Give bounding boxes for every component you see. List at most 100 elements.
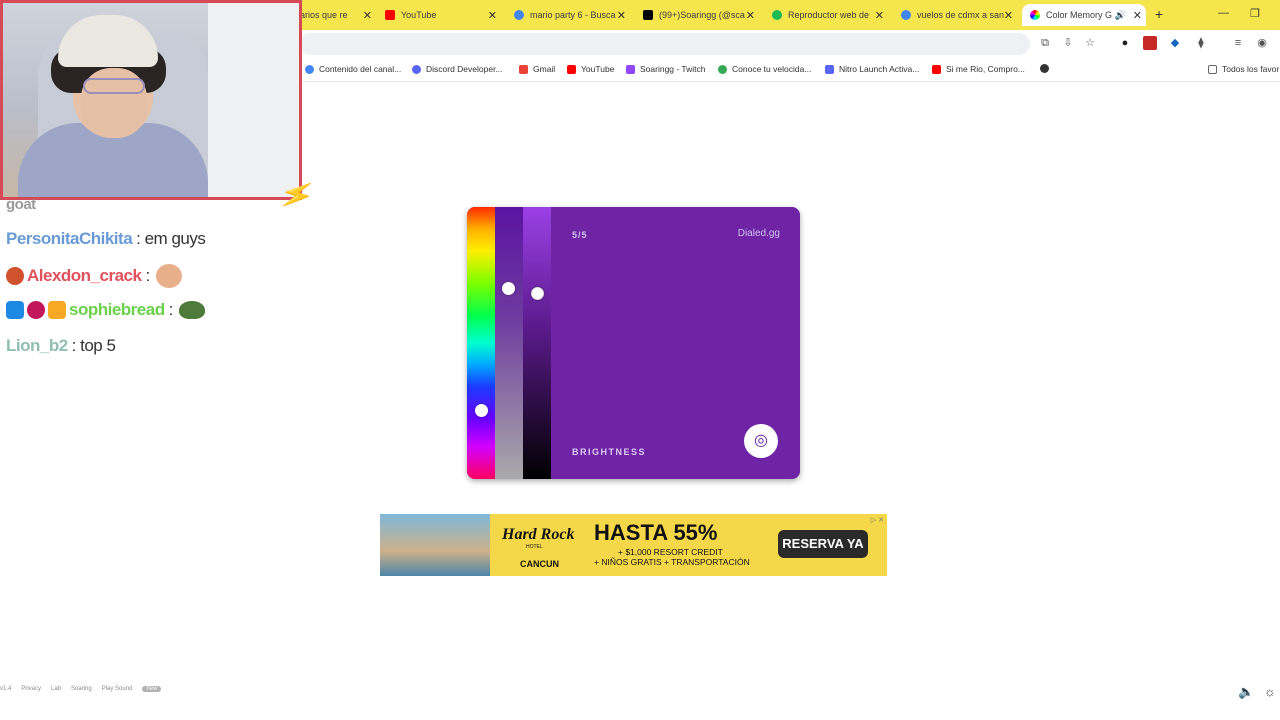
- install-icon[interactable]: ⇩: [1061, 36, 1075, 50]
- bookmark-item[interactable]: Discord Developer...: [412, 64, 503, 74]
- profile-icon[interactable]: ◉: [1255, 36, 1269, 50]
- footer-link[interactable]: Play Sound: [102, 686, 133, 692]
- all-bookmarks[interactable]: Todos los favor: [1208, 64, 1279, 74]
- theme-icon[interactable]: ☼: [1264, 684, 1276, 699]
- new-tab-button[interactable]: +: [1155, 6, 1163, 22]
- tab-mario-party[interactable]: mario party 6 - Busca ✕: [514, 4, 626, 26]
- translate-icon[interactable]: ⧉: [1038, 36, 1052, 50]
- spotify-icon: [772, 10, 782, 20]
- bookmark-label: Todos los favor: [1222, 64, 1280, 74]
- version-label: v1.4: [0, 686, 12, 692]
- youtube-icon: [567, 64, 576, 74]
- chat-user: PersonitaChikita: [6, 229, 133, 248]
- chat-message: PersonitaChikita : em guys: [6, 229, 206, 249]
- twitch-icon: [626, 64, 635, 74]
- youtube-icon: [932, 64, 941, 74]
- close-icon[interactable]: ✕: [746, 9, 755, 22]
- tab-label: Reproductor web de: [788, 10, 870, 20]
- globe-icon: [1040, 64, 1049, 73]
- color-wheel-icon: [1030, 10, 1040, 20]
- close-icon[interactable]: ✕: [488, 9, 497, 22]
- bookmark-item[interactable]: Gmail: [519, 64, 555, 74]
- tab-youtube[interactable]: YouTube ✕: [385, 4, 497, 26]
- speaker-icon[interactable]: 🔊: [1115, 10, 1126, 21]
- star-icon[interactable]: ☆: [1083, 36, 1097, 50]
- extension-pdf-icon[interactable]: [1143, 36, 1157, 50]
- discord-icon: [412, 64, 421, 74]
- close-icon[interactable]: ✕: [617, 9, 626, 22]
- bookmark-item[interactable]: [1040, 64, 1054, 73]
- color-game-card: 5/5 Dialed.gg BRIGHTNESS ◎: [467, 207, 800, 479]
- ad-subline: + $1,000 RESORT CREDIT: [618, 547, 723, 557]
- hue-slider[interactable]: [467, 207, 495, 479]
- emote-icon: [155, 264, 182, 288]
- bookmark-label: Contenido del canal...: [319, 64, 402, 74]
- media-icon[interactable]: ≡: [1231, 36, 1245, 50]
- footer-link[interactable]: Lab: [51, 686, 61, 692]
- saturation-slider[interactable]: [495, 207, 523, 479]
- bookmark-item[interactable]: Nitro Launch Activa...: [825, 64, 919, 74]
- resort-photo: [380, 514, 490, 576]
- brand-label[interactable]: Dialed.gg: [738, 228, 780, 239]
- webcam-overlay: [0, 0, 302, 200]
- gmail-icon: [519, 64, 528, 74]
- badge-icon: [6, 301, 24, 319]
- frog-emote-icon: [178, 301, 205, 319]
- extension-record-icon[interactable]: ●: [1118, 36, 1132, 50]
- new-badge: new: [142, 686, 162, 692]
- chat-user: sophiebread: [69, 300, 165, 319]
- bookmark-item[interactable]: Contenido del canal...: [305, 64, 401, 74]
- google-icon: [901, 10, 911, 20]
- target-icon: ◎: [754, 432, 768, 449]
- brightness-slider[interactable]: [523, 207, 551, 479]
- crown-icon: [48, 301, 66, 319]
- bookmark-label: YouTube: [581, 64, 615, 74]
- google-icon: [305, 64, 314, 74]
- hardrock-logo: Hard Rock HOTEL CANCUN: [490, 514, 580, 576]
- close-icon[interactable]: ✕: [363, 9, 372, 22]
- badge-icon: [27, 301, 45, 319]
- close-icon[interactable]: ✕: [1133, 9, 1142, 22]
- tab-label: arios que re: [300, 10, 348, 20]
- brightness-handle[interactable]: [531, 287, 544, 300]
- tiktok-icon: [643, 10, 653, 20]
- address-bar[interactable]: [300, 33, 1030, 55]
- reserve-button[interactable]: RESERVA YA: [778, 530, 868, 558]
- extension-blue-icon[interactable]: ◆: [1168, 36, 1182, 50]
- round-counter: 5/5: [572, 230, 588, 240]
- puzzle-icon[interactable]: ⧫: [1194, 36, 1208, 50]
- chat-message: goat: [6, 196, 36, 213]
- chat-user: Alexdon_crack: [27, 266, 142, 285]
- tab-color-memory[interactable]: Color Memory G 🔊 ✕: [1022, 4, 1146, 26]
- bookmark-item[interactable]: Si me Rio, Compro...: [932, 64, 1025, 74]
- ad-headline: HASTA 55%: [594, 520, 718, 545]
- close-icon[interactable]: ✕: [1004, 9, 1013, 22]
- submit-button[interactable]: ◎: [744, 424, 778, 458]
- hue-handle[interactable]: [475, 404, 488, 417]
- tab-vuelos[interactable]: vuelos de cdmx a san ✕: [901, 4, 1013, 26]
- bookmark-label: Discord Developer...: [426, 64, 503, 74]
- tab-spotify[interactable]: Reproductor web de ✕: [772, 4, 884, 26]
- tab-label: (99+)Soaringg (@sca: [659, 10, 745, 20]
- adchoices-icon[interactable]: ▷ ✕: [871, 516, 884, 524]
- bookmark-item[interactable]: YouTube: [567, 64, 614, 74]
- ad-banner[interactable]: Hard Rock HOTEL CANCUN HASTA 55% + $1,00…: [380, 514, 887, 576]
- restore-icon[interactable]: ❐: [1250, 7, 1260, 20]
- logo-text: HOTEL: [526, 544, 543, 550]
- bookmark-item[interactable]: Soaringg - Twitch: [626, 64, 706, 74]
- bookmark-label: Soaringg - Twitch: [640, 64, 706, 74]
- tab-1[interactable]: arios que re ✕: [300, 4, 372, 26]
- close-icon[interactable]: ✕: [875, 9, 884, 22]
- folder-icon: [1208, 64, 1217, 74]
- tab-label: YouTube: [401, 10, 437, 20]
- bookmark-item[interactable]: Conoce tu velocida...: [718, 64, 811, 74]
- tab-tiktok[interactable]: (99+)Soaringg (@sca ✕: [643, 4, 755, 26]
- footer-link[interactable]: Soaring: [71, 686, 92, 692]
- saturation-handle[interactable]: [502, 282, 515, 295]
- youtube-icon: [385, 10, 395, 20]
- minimize-icon[interactable]: —: [1218, 7, 1229, 19]
- tab-label: mario party 6 - Busca: [530, 10, 616, 20]
- webcam-glasses: [83, 78, 145, 94]
- sound-icon[interactable]: 🔈: [1238, 684, 1254, 700]
- footer-link[interactable]: Privacy: [21, 686, 41, 692]
